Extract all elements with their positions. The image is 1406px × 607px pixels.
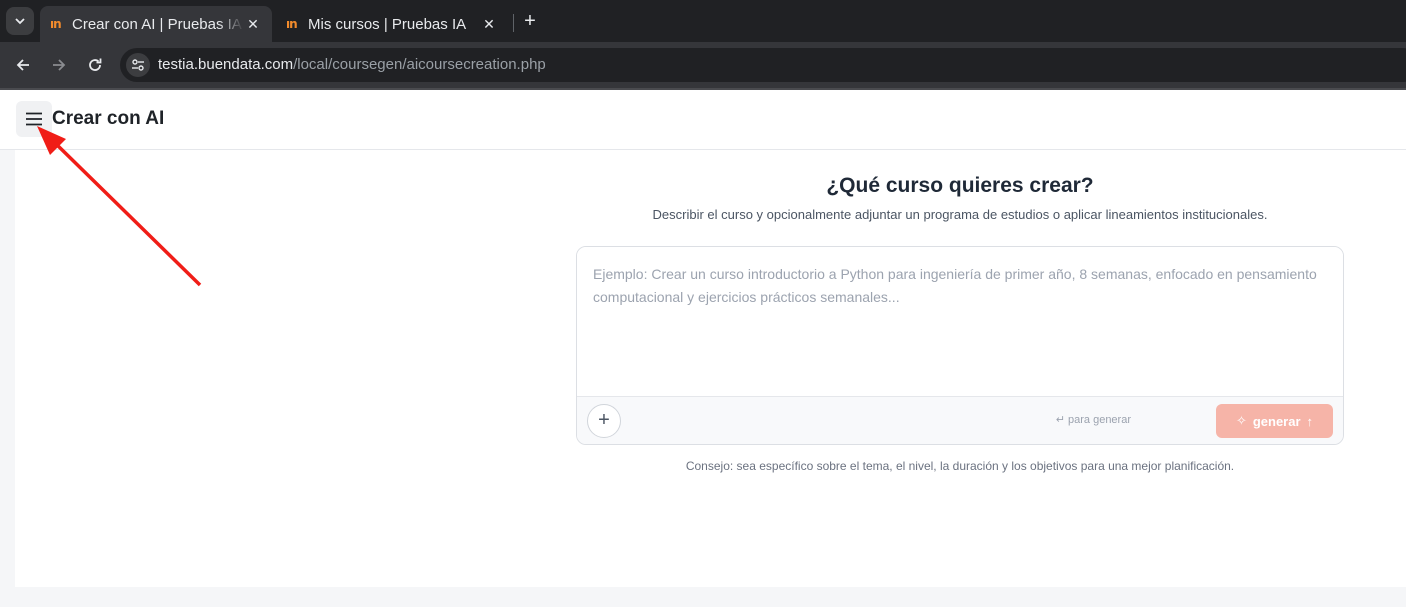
course-prompt-input[interactable] bbox=[577, 247, 1343, 396]
page-header: Crear con AI bbox=[0, 90, 1406, 150]
course-subheading: Describir el curso y opcionalmente adjun… bbox=[652, 207, 1268, 222]
generate-label: generar bbox=[1252, 413, 1301, 429]
back-button[interactable] bbox=[12, 54, 34, 76]
menu-toggle-button[interactable] bbox=[16, 101, 52, 137]
tab-separator bbox=[513, 14, 514, 32]
tip-text: Consejo: sea específico sobre el tema, e… bbox=[685, 459, 1235, 473]
attach-file-button[interactable]: + bbox=[587, 404, 621, 438]
reload-icon bbox=[89, 58, 102, 71]
moodle-favicon-icon: ın bbox=[50, 17, 62, 31]
tab-search-button[interactable] bbox=[6, 7, 34, 35]
tab-crear-con-ai[interactable]: ın Crear con AI | Pruebas IA ✕ bbox=[40, 6, 272, 42]
arrow-left-icon bbox=[16, 59, 29, 71]
url-text[interactable]: testia.buendata.com/local/coursegen/aico… bbox=[158, 56, 546, 73]
chevron-down-icon bbox=[15, 18, 25, 25]
tab-title: Crear con AI | Pruebas IA bbox=[72, 15, 242, 33]
tab-title: Mis cursos | Pruebas IA bbox=[308, 15, 467, 33]
course-heading: ¿Qué curso quieres crear? bbox=[826, 174, 1094, 197]
sparkle-icon: ✧ bbox=[1235, 413, 1247, 428]
address-bar[interactable]: testia.buendata.com/local/coursegen/aico… bbox=[120, 48, 1406, 82]
tune-icon bbox=[132, 59, 144, 71]
moodle-favicon-icon: ın bbox=[286, 17, 298, 31]
reload-button[interactable] bbox=[84, 54, 106, 76]
site-info-button[interactable] bbox=[126, 53, 150, 77]
enter-hint: ↵ para generar bbox=[1055, 414, 1131, 426]
close-tab-icon[interactable]: ✕ bbox=[244, 16, 262, 33]
composer-footer: + ↵ para generar ✧ generar ↑ bbox=[577, 396, 1343, 444]
url-host: testia.buendata.com bbox=[158, 56, 294, 73]
hamburger-menu-icon bbox=[26, 112, 42, 126]
tab-mis-cursos[interactable]: ın Mis cursos | Pruebas IA ✕ bbox=[276, 6, 508, 42]
page-title: Crear con AI bbox=[52, 108, 165, 129]
url-path: /local/coursegen/aicoursecreation.php bbox=[293, 56, 546, 73]
browser-tab-bar: ın Crear con AI | Pruebas IA ✕ ın Mis cu… bbox=[0, 0, 1406, 42]
new-tab-button[interactable]: + bbox=[520, 10, 540, 32]
course-prompt-composer: + ↵ para generar ✧ generar ↑ bbox=[576, 246, 1344, 445]
forward-button[interactable] bbox=[48, 54, 70, 76]
generate-button[interactable]: ✧ generar ↑ bbox=[1216, 404, 1333, 438]
browser-toolbar: testia.buendata.com/local/coursegen/aico… bbox=[0, 42, 1406, 88]
arrow-right-icon bbox=[53, 59, 66, 71]
close-tab-icon[interactable]: ✕ bbox=[480, 16, 498, 33]
arrow-up-icon: ↑ bbox=[1306, 413, 1314, 429]
